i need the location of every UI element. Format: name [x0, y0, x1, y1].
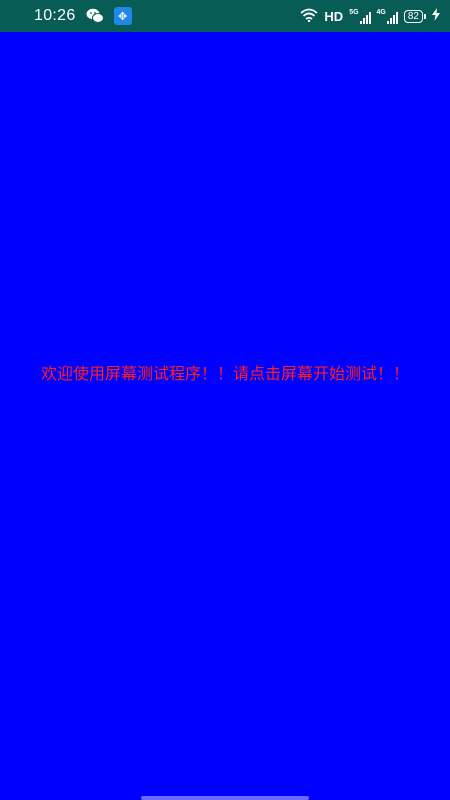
- signal-bars-icon: [359, 11, 371, 24]
- charging-icon: [432, 8, 440, 24]
- signal-4g: 4G: [377, 9, 398, 24]
- status-bar: 10:26 ✥ HD 5G 4G 82: [0, 0, 450, 32]
- signal-5g: 5G: [349, 8, 371, 24]
- wifi-icon: [300, 8, 318, 25]
- status-left: 10:26 ✥: [34, 7, 132, 25]
- home-indicator[interactable]: [141, 796, 309, 800]
- status-right: HD 5G 4G 82: [300, 8, 440, 25]
- status-time: 10:26: [34, 7, 76, 24]
- app-notification-icon: ✥: [113, 7, 132, 25]
- network-5g-label: 5G: [349, 8, 359, 16]
- hd-label: HD: [324, 8, 344, 24]
- network-4g-label: 4G: [376, 8, 386, 16]
- welcome-message: 欢迎使用屏幕测试程序！！请点击屏幕开始测试！！: [40, 364, 409, 383]
- signal-bars-icon: [386, 11, 398, 24]
- battery-level: 82: [403, 9, 423, 23]
- wechat-icon: [86, 7, 104, 25]
- test-screen[interactable]: [0, 32, 450, 800]
- battery-icon: 82: [403, 9, 426, 23]
